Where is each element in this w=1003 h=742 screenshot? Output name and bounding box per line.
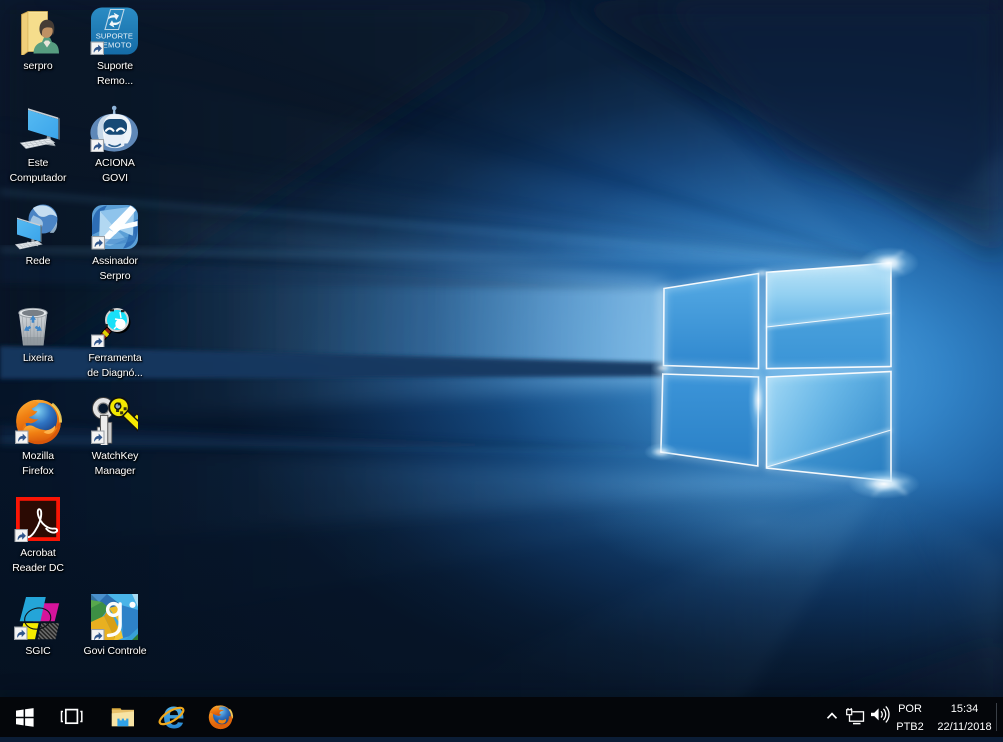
svg-text:e: e <box>163 697 185 737</box>
svg-text:SUPORTE: SUPORTE <box>96 32 133 41</box>
